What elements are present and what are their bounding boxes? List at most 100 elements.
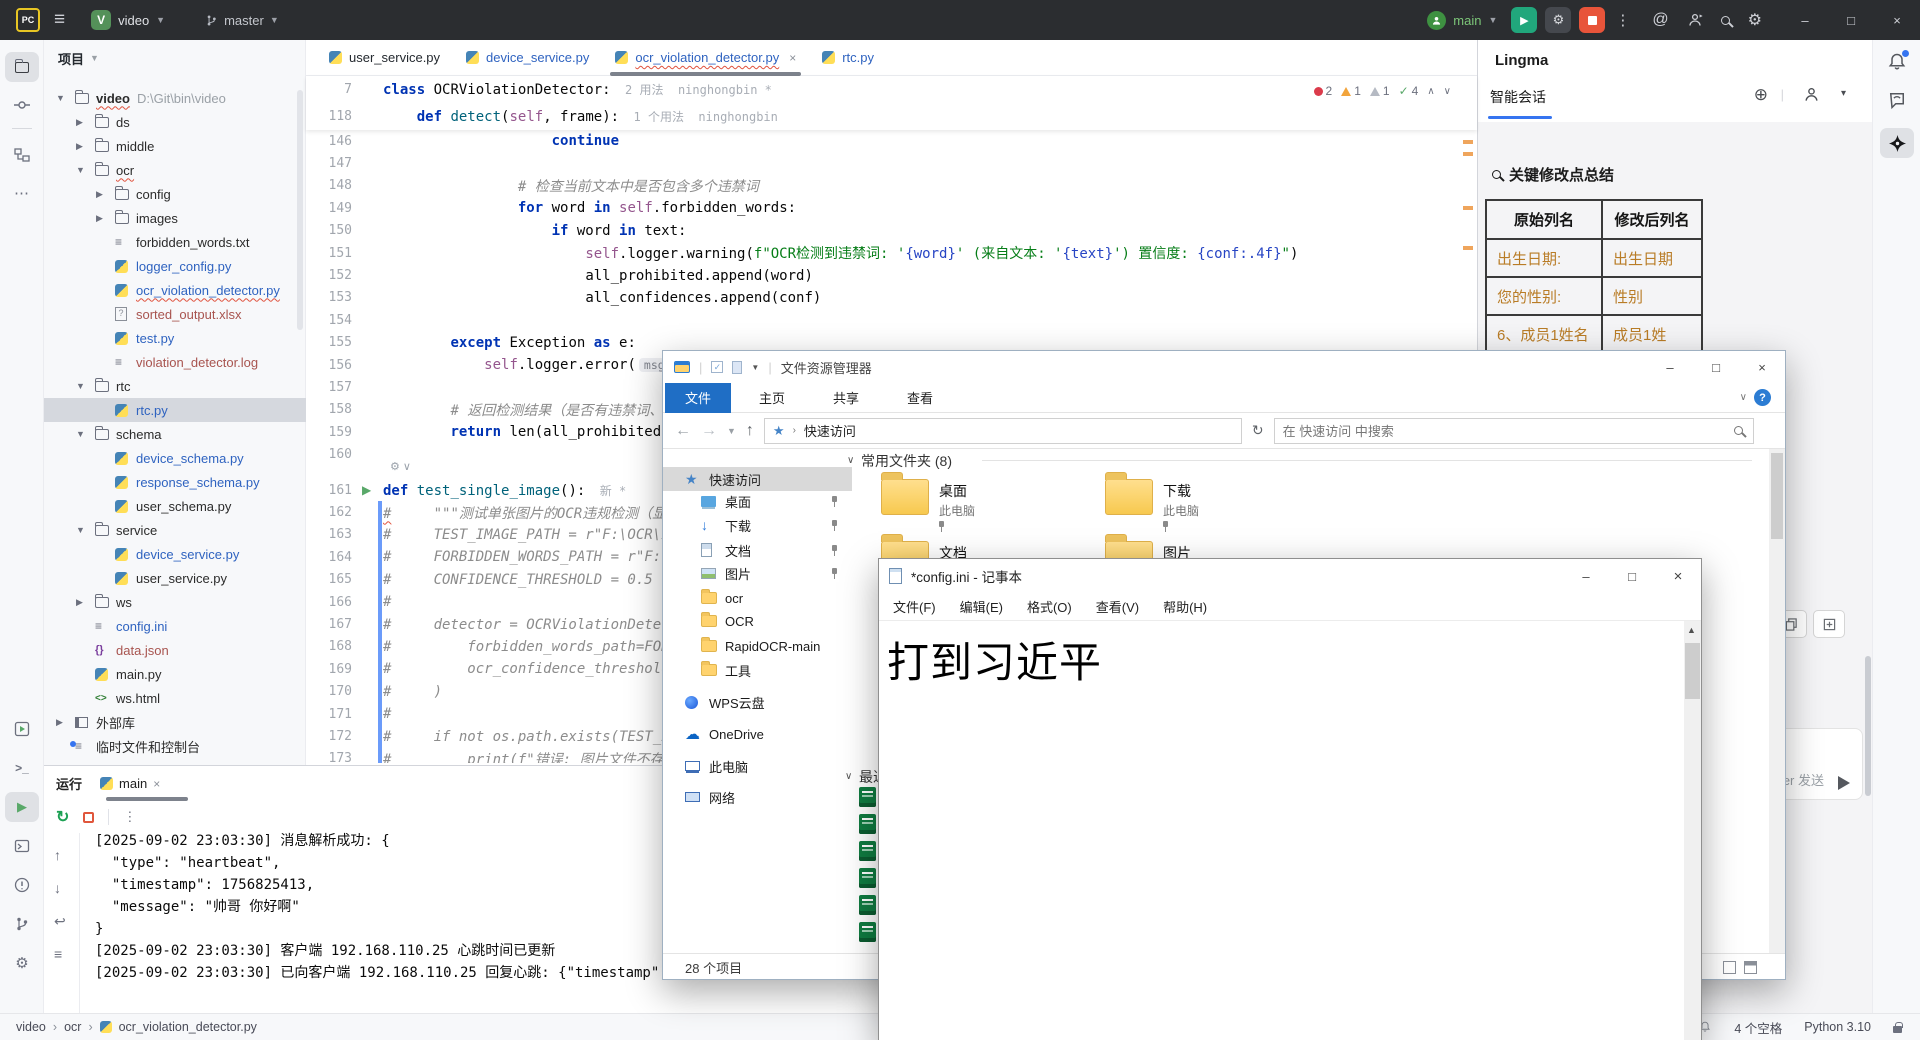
code-line[interactable]: 149for word in self.forbidden_words: bbox=[306, 197, 1477, 219]
refresh-icon[interactable]: ↻ bbox=[1252, 422, 1264, 439]
notepad-text-area[interactable]: 打到习近平 bbox=[879, 621, 1686, 1040]
explorer-minimize-button[interactable]: – bbox=[1647, 351, 1693, 383]
python-interpreter[interactable]: Python 3.10 bbox=[1804, 1020, 1871, 1034]
chevron-right-icon[interactable]: ▶ bbox=[96, 182, 103, 206]
maximize-button[interactable]: □ bbox=[1828, 0, 1874, 40]
ai-chat-icon[interactable] bbox=[1887, 90, 1907, 110]
prev-issue-icon[interactable]: ∧ bbox=[1427, 86, 1434, 97]
tool-project-icon[interactable] bbox=[5, 52, 39, 82]
stripe-warning-mark[interactable] bbox=[1463, 206, 1473, 210]
explorer-nav-item[interactable]: WPS云盘 bbox=[663, 690, 852, 714]
tree-item[interactable]: rtc.py bbox=[44, 398, 306, 422]
project-selector[interactable]: V video ▼ bbox=[91, 10, 165, 30]
run-config-selector[interactable]: main ▼ bbox=[1427, 11, 1497, 30]
notepad-maximize-button[interactable]: □ bbox=[1609, 559, 1655, 593]
console-more-icon[interactable]: ⋮ bbox=[123, 809, 136, 825]
insert-code-button[interactable] bbox=[1813, 610, 1845, 638]
explorer-nav-item[interactable]: 文档 bbox=[663, 538, 852, 562]
tool-python-console-icon[interactable]: >_ bbox=[5, 753, 39, 783]
tool-structure-icon[interactable] bbox=[5, 140, 39, 170]
stop-button[interactable] bbox=[1579, 7, 1605, 33]
help-icon[interactable]: ? bbox=[1754, 389, 1771, 406]
explorer-nav-item[interactable]: ocr bbox=[663, 586, 852, 610]
minimize-button[interactable]: – bbox=[1782, 0, 1828, 40]
up-icon[interactable]: ↑ bbox=[746, 422, 754, 440]
details-view-icon[interactable] bbox=[1723, 961, 1736, 974]
indent-indicator[interactable]: 4 个空格 bbox=[1734, 1018, 1782, 1037]
editor-tab[interactable]: ocr_violation_detector.py× bbox=[602, 40, 809, 76]
console-up-icon[interactable]: ↑ bbox=[54, 847, 61, 863]
explorer-maximize-button[interactable]: □ bbox=[1693, 351, 1739, 383]
tree-item[interactable]: ▼schema bbox=[44, 422, 306, 446]
editor-tab[interactable]: user_service.py bbox=[316, 40, 453, 76]
explorer-nav-item[interactable]: ★快速访问 bbox=[663, 467, 852, 491]
close-tab-icon[interactable]: × bbox=[789, 51, 796, 65]
tree-item[interactable]: ▼service bbox=[44, 518, 306, 542]
notepad-menu-查[interactable]: 查看(V) bbox=[1096, 597, 1139, 616]
tree-item[interactable]: ▶middle bbox=[44, 134, 306, 158]
code-line[interactable]: 153all_confidences.append(conf) bbox=[306, 287, 1477, 309]
tree-item[interactable]: ▶ds bbox=[44, 110, 306, 134]
inspections-widget[interactable]: 211✓4∧∨ bbox=[1314, 84, 1451, 98]
weak-warnings-count[interactable]: 1 bbox=[1370, 84, 1390, 98]
ribbon-tab-查看[interactable]: 查看 bbox=[887, 383, 953, 413]
editor-tab[interactable]: device_service.py bbox=[453, 40, 602, 76]
stripe-warning-mark[interactable] bbox=[1463, 152, 1473, 156]
explorer-close-button[interactable]: × bbox=[1739, 351, 1785, 383]
thumbnail-view-icon[interactable] bbox=[1744, 961, 1757, 974]
folder-tile[interactable]: 下载此电脑 bbox=[1105, 479, 1315, 535]
code-line[interactable]: 147 bbox=[306, 152, 1477, 174]
main-menu-icon[interactable]: ≡ bbox=[54, 9, 65, 31]
project-tree-scrollbar[interactable] bbox=[297, 90, 303, 330]
tree-item[interactable]: {}data.json bbox=[44, 638, 306, 662]
code-line[interactable]: 152all_prohibited.append(word) bbox=[306, 264, 1477, 286]
run-line-icon[interactable]: ▶ bbox=[362, 482, 371, 497]
explorer-nav-item[interactable]: OCR bbox=[663, 609, 852, 633]
chevron-down-icon[interactable]: ▼ bbox=[76, 422, 85, 446]
tree-item[interactable]: test.py bbox=[44, 326, 306, 350]
branch-selector[interactable]: master ▼ bbox=[205, 13, 279, 28]
sticky-line[interactable]: 118def detect(self, frame): 1 个用法 ningho… bbox=[306, 103, 1477, 130]
explorer-nav-item[interactable]: 此电脑 bbox=[663, 754, 852, 778]
close-button[interactable]: × bbox=[1874, 0, 1920, 40]
user-icon[interactable] bbox=[1803, 86, 1820, 103]
qat-dropdown-icon[interactable]: ▼ bbox=[751, 363, 759, 372]
mentions-icon[interactable]: @ bbox=[1652, 11, 1668, 29]
common-section-chevron-icon[interactable]: ∨ bbox=[847, 455, 854, 466]
tree-item[interactable]: device_service.py bbox=[44, 542, 306, 566]
ribbon-tab-file[interactable]: 文件 bbox=[665, 383, 731, 413]
console-down-icon[interactable]: ↓ bbox=[54, 880, 61, 896]
notepad-close-button[interactable]: × bbox=[1655, 559, 1701, 593]
address-bar[interactable]: ★ › 快速访问 bbox=[764, 418, 1242, 444]
new-file-qat-icon[interactable] bbox=[732, 361, 742, 374]
chevron-down-icon[interactable]: ▼ bbox=[76, 158, 85, 182]
next-issue-icon[interactable]: ∨ bbox=[1444, 86, 1451, 97]
folding-widget-icon[interactable]: ⚙ ∨ bbox=[390, 460, 411, 473]
chevron-right-icon[interactable]: ▶ bbox=[56, 710, 63, 734]
sticky-line[interactable]: 7class OCRViolationDetector: 2 用法 ningho… bbox=[306, 76, 1477, 103]
tree-item[interactable]: ▼videoD:\Git\bin\video bbox=[44, 86, 306, 110]
rerun-icon[interactable]: ↻ bbox=[56, 807, 69, 827]
tree-item[interactable]: ▶ws bbox=[44, 590, 306, 614]
chevron-right-icon[interactable]: ▶ bbox=[96, 206, 103, 230]
folder-tile[interactable]: 桌面此电脑 bbox=[881, 479, 1091, 535]
lingma-scrollbar[interactable] bbox=[1865, 656, 1871, 796]
debug-button[interactable]: ⚙ bbox=[1545, 7, 1571, 33]
explorer-nav-item[interactable]: 桌面 bbox=[663, 489, 852, 513]
forward-icon[interactable]: → bbox=[701, 422, 717, 440]
recent-section-chevron-icon[interactable]: ∨ bbox=[845, 771, 852, 782]
more-actions-icon[interactable]: ⋮ bbox=[1615, 11, 1630, 29]
notepad-menu-帮[interactable]: 帮助(H) bbox=[1163, 597, 1207, 616]
tree-item[interactable]: logger_config.py bbox=[44, 254, 306, 278]
explorer-nav-item[interactable]: ☁OneDrive bbox=[663, 722, 852, 746]
console-scroll-to-end-icon[interactable]: ≡ bbox=[54, 946, 62, 962]
ribbon-tab-主页[interactable]: 主页 bbox=[739, 383, 805, 413]
tree-item[interactable]: user_service.py bbox=[44, 566, 306, 590]
tool-problems-icon[interactable] bbox=[5, 870, 39, 900]
tool-settings-icon[interactable]: ⚙ bbox=[5, 948, 39, 978]
tool-more-tools-icon[interactable]: ⋯ bbox=[5, 178, 39, 208]
code-with-me-icon[interactable] bbox=[1687, 12, 1703, 28]
chevron-right-icon[interactable]: ▶ bbox=[76, 110, 83, 134]
send-icon[interactable] bbox=[1838, 776, 1850, 790]
notepad-title-bar[interactable]: *config.ini - 记事本 – □ × bbox=[879, 559, 1701, 593]
